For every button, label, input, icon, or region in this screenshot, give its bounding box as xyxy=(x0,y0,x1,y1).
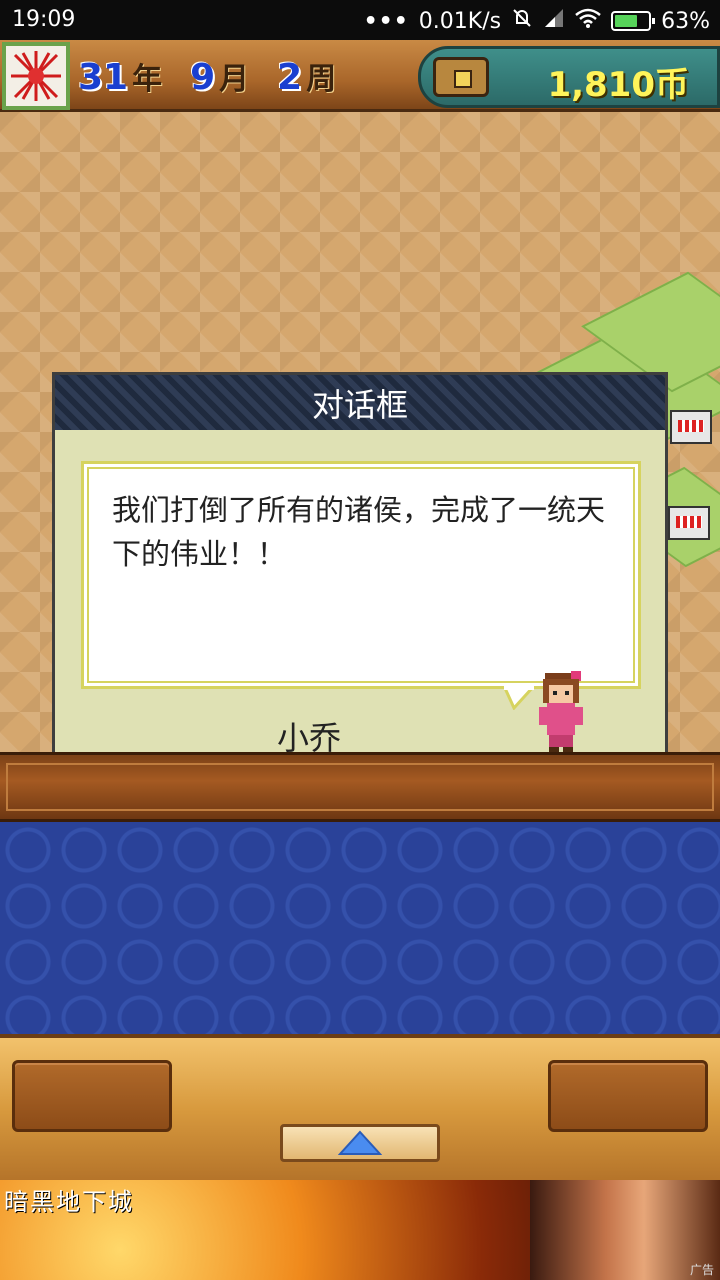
expand-menu-button[interactable] xyxy=(280,1124,440,1162)
mute-icon xyxy=(511,7,533,35)
dialog-title: 对话框 xyxy=(55,375,665,433)
wood-divider xyxy=(0,752,720,822)
year-number: 31 xyxy=(78,57,129,98)
bubble-tail-icon xyxy=(504,686,534,710)
status-time: 19:09 xyxy=(12,7,76,32)
right-command-button[interactable] xyxy=(548,1060,708,1132)
top-hud: 31 年 9 月 2 周 1,810币 xyxy=(0,40,720,112)
network-speed: 0.01K/s xyxy=(418,8,502,34)
dialog-box[interactable]: 对话框 我们打倒了所有的诸侯，完成了一统天下的伟业！！ 小乔 xyxy=(52,372,668,774)
left-command-button[interactable] xyxy=(12,1060,172,1132)
month-unit: 月 xyxy=(219,62,250,97)
command-panel xyxy=(0,1034,720,1180)
info-panel xyxy=(0,822,720,1034)
wifi-icon xyxy=(575,7,601,35)
status-icons: ••• 0.01K/s 63% xyxy=(364,7,710,35)
ad-title: 暗黑地下城 xyxy=(4,1188,134,1216)
more-dots-icon: ••• xyxy=(363,8,409,34)
wood-divider-inner xyxy=(6,763,714,811)
castle-icon[interactable] xyxy=(668,506,710,540)
signal-icon xyxy=(543,7,565,35)
speech-bubble: 我们打倒了所有的诸侯，完成了一统天下的伟业！！ xyxy=(81,461,641,710)
ad-banner[interactable]: 暗黑地下城 广告 xyxy=(0,1180,720,1280)
battery-percent: 63% xyxy=(661,8,710,34)
week-number: 2 xyxy=(277,57,303,98)
dialog-message: 我们打倒了所有的诸侯，完成了一统天下的伟业！！ xyxy=(112,493,606,571)
month-number: 9 xyxy=(190,57,216,98)
castle-icon[interactable] xyxy=(670,410,712,444)
triangle-up-icon xyxy=(338,1130,382,1155)
character-sprite-icon xyxy=(539,671,583,753)
status-bar: 19:09 ••• 0.01K/s 63% xyxy=(0,0,720,40)
week-unit: 周 xyxy=(306,62,337,97)
game-date: 31 年 9 月 2 周 xyxy=(78,54,360,98)
treasure-chest-icon xyxy=(433,57,489,97)
year-unit: 年 xyxy=(132,62,163,97)
money-panel: 1,810币 xyxy=(418,46,720,108)
ad-label: 广告 xyxy=(689,1263,714,1277)
emblem-icon[interactable] xyxy=(2,42,70,110)
money-value: 1,810币 xyxy=(547,65,689,105)
battery-charging-icon xyxy=(611,11,656,31)
